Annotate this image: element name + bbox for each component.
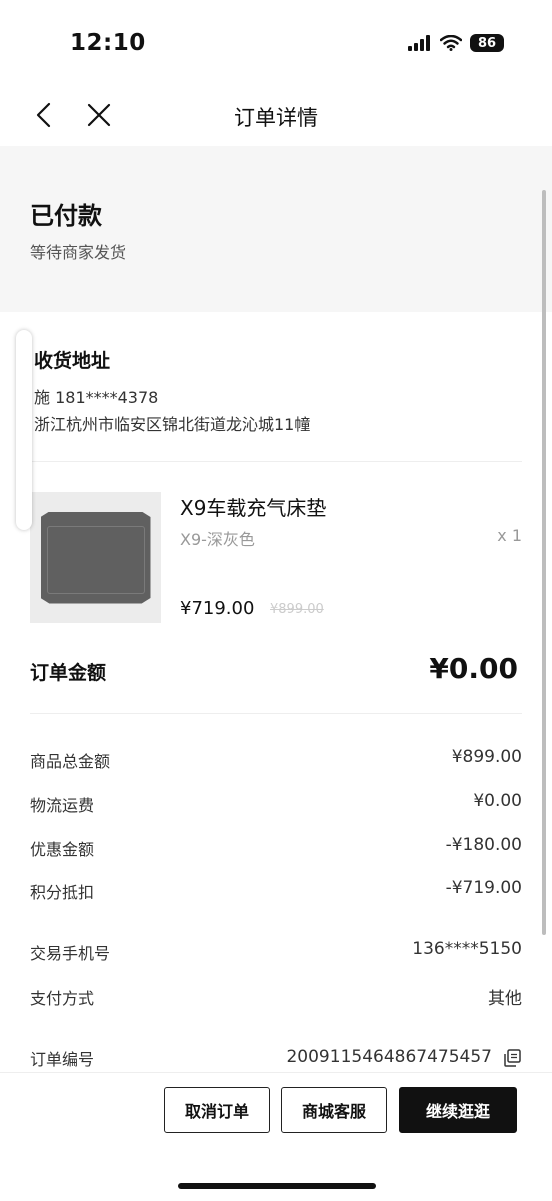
side-drawer-handle[interactable] bbox=[16, 330, 32, 530]
battery-icon: 86 bbox=[470, 34, 504, 52]
shipping-label: 物流运费 bbox=[30, 796, 95, 815]
status-bar: 12:10 86 bbox=[0, 0, 552, 90]
product-original-price: ¥899.00 bbox=[270, 602, 324, 617]
product-image[interactable] bbox=[30, 492, 161, 623]
navigation-bar: 订单详情 bbox=[0, 90, 552, 146]
product-price: ¥719.00 bbox=[180, 598, 255, 619]
status-icons: 86 bbox=[408, 34, 504, 52]
cancel-order-button[interactable]: 取消订单 bbox=[164, 1087, 270, 1133]
signal-icon bbox=[408, 35, 430, 51]
order-number-label: 订单编号 bbox=[30, 1050, 95, 1069]
payment-method-value: 其他 bbox=[488, 989, 522, 1009]
bottom-action-bar: 取消订单 商城客服 继续逛逛 bbox=[0, 1072, 552, 1201]
scrollbar[interactable] bbox=[542, 190, 546, 935]
product-name[interactable]: X9车载充气床垫 bbox=[180, 492, 326, 521]
points-deduction-label: 积分抵扣 bbox=[30, 883, 95, 902]
shipping-value: ¥0.00 bbox=[473, 791, 522, 811]
copy-icon[interactable] bbox=[502, 1048, 522, 1068]
order-status-subtitle: 等待商家发货 bbox=[30, 243, 127, 262]
order-status-section: 已付款 等待商家发货 bbox=[0, 146, 552, 312]
order-total-label: 订单金额 bbox=[30, 662, 107, 684]
divider bbox=[30, 461, 522, 462]
payment-method-label: 支付方式 bbox=[30, 989, 95, 1008]
continue-shopping-button[interactable]: 继续逛逛 bbox=[399, 1087, 517, 1133]
subtotal-label: 商品总金额 bbox=[30, 752, 111, 771]
address-detail: 浙江杭州市临安区锦北街道龙沁城11幢 bbox=[34, 415, 311, 434]
divider bbox=[30, 713, 522, 714]
home-indicator[interactable] bbox=[178, 1183, 376, 1189]
trade-phone-label: 交易手机号 bbox=[30, 944, 111, 963]
order-number-value: 2009115464867475457 bbox=[286, 1047, 492, 1067]
car-air-mattress-image bbox=[40, 511, 151, 604]
customer-service-button[interactable]: 商城客服 bbox=[281, 1087, 387, 1133]
address-title: 收货地址 bbox=[34, 350, 111, 372]
subtotal-value: ¥899.00 bbox=[451, 747, 522, 767]
order-detail-card: 收货地址 施 181****4378 浙江杭州市临安区锦北街道龙沁城11幢 X9… bbox=[0, 312, 552, 1072]
discount-value: -¥180.00 bbox=[445, 835, 522, 855]
order-total-value: ¥0.00 bbox=[429, 652, 518, 685]
discount-label: 优惠金额 bbox=[30, 840, 95, 859]
address-recipient-phone: 施 181****4378 bbox=[34, 388, 159, 407]
page-title: 订单详情 bbox=[234, 106, 318, 130]
wifi-icon bbox=[440, 35, 462, 51]
order-status-title: 已付款 bbox=[30, 202, 102, 230]
product-variant: X9-深灰色 bbox=[180, 530, 255, 549]
trade-phone-value: 136****5150 bbox=[412, 939, 522, 959]
status-time: 12:10 bbox=[70, 30, 146, 56]
product-quantity: x 1 bbox=[497, 526, 522, 545]
points-deduction-value: -¥719.00 bbox=[445, 878, 522, 898]
